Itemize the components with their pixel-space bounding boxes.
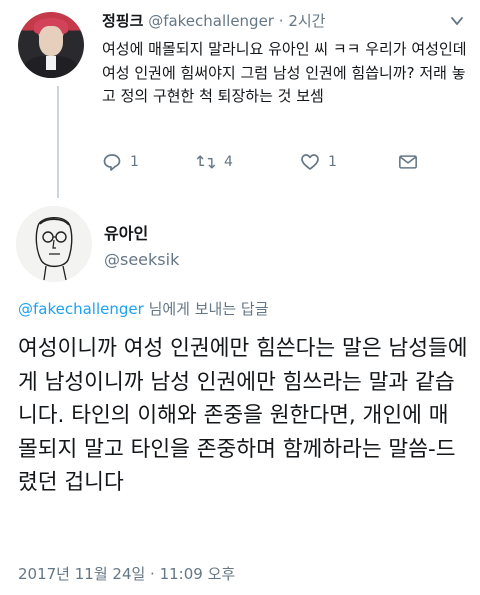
display-name[interactable]: 유아인 (104, 220, 148, 244)
mail-icon (399, 155, 417, 169)
user-handle[interactable]: @fakechallenger (148, 12, 274, 30)
mention-link[interactable]: @fakechallenger (18, 300, 144, 318)
tweet-header: 정핑크 @fakechallenger · 2시간 (102, 10, 325, 31)
avatar-face (39, 26, 63, 56)
display-name[interactable]: 정핑크 (102, 12, 143, 30)
parent-tweet[interactable]: 정핑크 @fakechallenger · 2시간 여성에 매몰되지 말라니요 … (0, 0, 480, 190)
like-button[interactable]: 1 (300, 152, 337, 172)
separator-dot: · (278, 12, 284, 30)
tweet-timestamp[interactable]: 2017년 11월 24일 · 11:09 오후 (18, 563, 235, 584)
reply-button[interactable]: 1 (102, 152, 139, 172)
avatar[interactable] (18, 12, 84, 78)
heart-icon (301, 154, 319, 170)
thread-connector-line (57, 86, 59, 198)
tweet-text: 여성에 매몰되지 말라니요 유아인 씨 ㅋㅋ 우리가 여성인데 여성 인권에 힘… (102, 40, 467, 105)
retweet-icon (196, 155, 216, 169)
avatar-collar (46, 56, 56, 70)
direct-message-button[interactable] (398, 152, 418, 172)
tweet-text: 여성이니까 여성 인권에만 힘쓴다는 말은 남성들에게 남성이니까 남성 인권에… (18, 336, 468, 495)
user-handle[interactable]: @seeksik (104, 250, 179, 269)
tweet-actions: 1 4 1 (102, 152, 432, 176)
retweet-button[interactable]: 4 (196, 152, 233, 172)
replying-to: @fakechallenger 님에게 보내는 답글 (18, 298, 269, 319)
chevron-down-icon[interactable] (450, 14, 464, 28)
sketch-portrait (16, 206, 92, 282)
retweet-count: 4 (224, 154, 233, 170)
tweet-time[interactable]: 2시간 (288, 12, 325, 30)
avatar[interactable] (16, 206, 92, 282)
replying-to-label: 님에게 보내는 답글 (143, 300, 269, 318)
reply-icon (103, 154, 121, 171)
reply-count: 1 (130, 154, 139, 170)
like-count: 1 (328, 154, 337, 170)
